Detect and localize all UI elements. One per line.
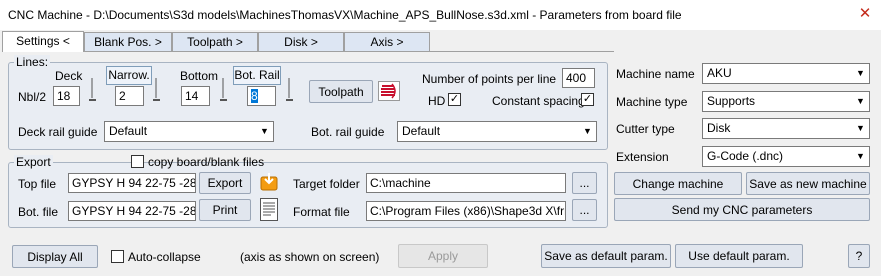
- apply-button[interactable]: Apply: [398, 244, 488, 268]
- bottom-input[interactable]: 14: [181, 86, 210, 106]
- export-button[interactable]: Export: [199, 172, 251, 194]
- bottom-slider[interactable]: [219, 76, 227, 104]
- narrow-slider[interactable]: [152, 76, 160, 104]
- cutter-type-select[interactable]: Disk ▼: [702, 118, 870, 139]
- deck-rail-label: Deck rail guide: [18, 125, 98, 139]
- tab-settings[interactable]: Settings <: [2, 31, 84, 52]
- export-icon[interactable]: [259, 172, 279, 192]
- bot-file-label: Bot. file: [18, 205, 59, 219]
- bot-rail-guide-label: Bot. rail guide: [311, 125, 385, 139]
- bot-rail-select[interactable]: Default ▼: [397, 121, 597, 142]
- chevron-down-icon: ▼: [856, 96, 865, 106]
- help-button[interactable]: ?: [848, 244, 870, 268]
- machine-type-label: Machine type: [616, 95, 688, 109]
- machine-type-select[interactable]: Supports ▼: [702, 91, 870, 112]
- toolpath-button[interactable]: Toolpath: [309, 80, 373, 103]
- deck-slider[interactable]: [88, 76, 96, 104]
- copy-files-checkbox[interactable]: [131, 155, 144, 168]
- auto-collapse-label: Auto-collapse: [128, 250, 201, 264]
- send-cnc-params-button[interactable]: Send my CNC parameters: [614, 198, 870, 221]
- target-folder-input[interactable]: C:\machine: [366, 173, 566, 193]
- cutter-type-value: Disk: [707, 121, 731, 135]
- lines-group-label: Lines:: [14, 55, 51, 69]
- cutter-type-label: Cutter type: [616, 122, 675, 136]
- points-label: Number of points per line: [422, 72, 557, 86]
- extension-value: G-Code (.dnc): [707, 149, 784, 163]
- format-browse-button[interactable]: ...: [572, 199, 597, 221]
- deck-rail-select[interactable]: Default ▼: [104, 121, 274, 142]
- print-preview-icon[interactable]: [259, 197, 279, 222]
- title-bar: CNC Machine - D:\Documents\S3d models\Ma…: [0, 0, 881, 30]
- machine-name-label: Machine name: [616, 67, 695, 81]
- tab-divider: [2, 51, 614, 52]
- bot-rail-slider[interactable]: [285, 76, 293, 104]
- points-input[interactable]: 400: [562, 68, 595, 88]
- bot-rail-input[interactable]: 8: [247, 86, 276, 106]
- window-title: CNC Machine - D:\Documents\S3d models\Ma…: [8, 8, 682, 22]
- format-file-input[interactable]: C:\Program Files (x86)\Shape3d X\frmtG: [366, 201, 566, 221]
- bot-rail-button[interactable]: Bot. Rail: [233, 66, 281, 85]
- deck-rail-value: Default: [109, 124, 148, 138]
- extension-select[interactable]: G-Code (.dnc) ▼: [702, 146, 870, 167]
- chevron-down-icon: ▼: [856, 68, 865, 78]
- deck-label: Deck: [55, 69, 83, 83]
- format-file-label: Format file: [293, 205, 350, 219]
- use-default-button[interactable]: Use default param.: [675, 244, 803, 268]
- machine-name-value: AKU: [707, 66, 732, 80]
- target-browse-button[interactable]: ...: [572, 172, 597, 194]
- machine-name-select[interactable]: AKU ▼: [702, 63, 870, 84]
- narrow-button[interactable]: Narrow.: [106, 66, 152, 85]
- close-icon[interactable]: ✕: [856, 5, 874, 23]
- extension-label: Extension: [616, 150, 669, 164]
- constant-spacing-label: Constant spacing: [492, 94, 585, 108]
- chevron-down-icon: ▼: [856, 151, 865, 161]
- deck-input[interactable]: 18: [53, 86, 80, 106]
- change-machine-button[interactable]: Change machine: [614, 172, 742, 195]
- copy-files-label: copy board/blank files: [148, 155, 265, 169]
- print-button[interactable]: Print: [199, 199, 251, 221]
- machine-type-value: Supports: [707, 94, 756, 108]
- save-default-button[interactable]: Save as default param.: [541, 244, 671, 268]
- top-file-label: Top file: [18, 177, 57, 191]
- bot-file-input[interactable]: GYPSY H 94 22-75 -288 2: [68, 201, 196, 221]
- bottom-label: Bottom: [180, 69, 219, 83]
- chevron-down-icon: ▼: [856, 123, 865, 133]
- hd-label: HD: [428, 94, 446, 108]
- bot-rail-value: Default: [402, 124, 441, 138]
- narrow-input[interactable]: 2: [115, 86, 144, 106]
- auto-collapse-checkbox[interactable]: [111, 250, 124, 263]
- tab-axis[interactable]: Axis >: [344, 32, 430, 51]
- chevron-down-icon: ▼: [260, 126, 269, 136]
- export-group-label: Export: [14, 155, 53, 169]
- constant-spacing-checkbox[interactable]: ✓: [581, 93, 594, 106]
- target-folder-label: Target folder: [293, 177, 360, 191]
- top-file-input[interactable]: GYPSY H 94 22-75 -288 2: [68, 173, 196, 193]
- save-new-machine-button[interactable]: Save as new machine: [746, 172, 870, 195]
- display-all-button[interactable]: Display All: [12, 245, 98, 268]
- axis-note: (axis as shown on screen): [240, 250, 380, 264]
- toolpath-lines-icon[interactable]: [378, 81, 400, 101]
- tab-blank-pos[interactable]: Blank Pos. >: [84, 32, 172, 51]
- hd-checkbox[interactable]: ✓: [448, 93, 461, 106]
- tab-toolpath[interactable]: Toolpath >: [172, 32, 258, 51]
- chevron-down-icon: ▼: [583, 126, 592, 136]
- tab-disk[interactable]: Disk >: [258, 32, 344, 51]
- nbl-label: Nbl/2: [18, 90, 47, 104]
